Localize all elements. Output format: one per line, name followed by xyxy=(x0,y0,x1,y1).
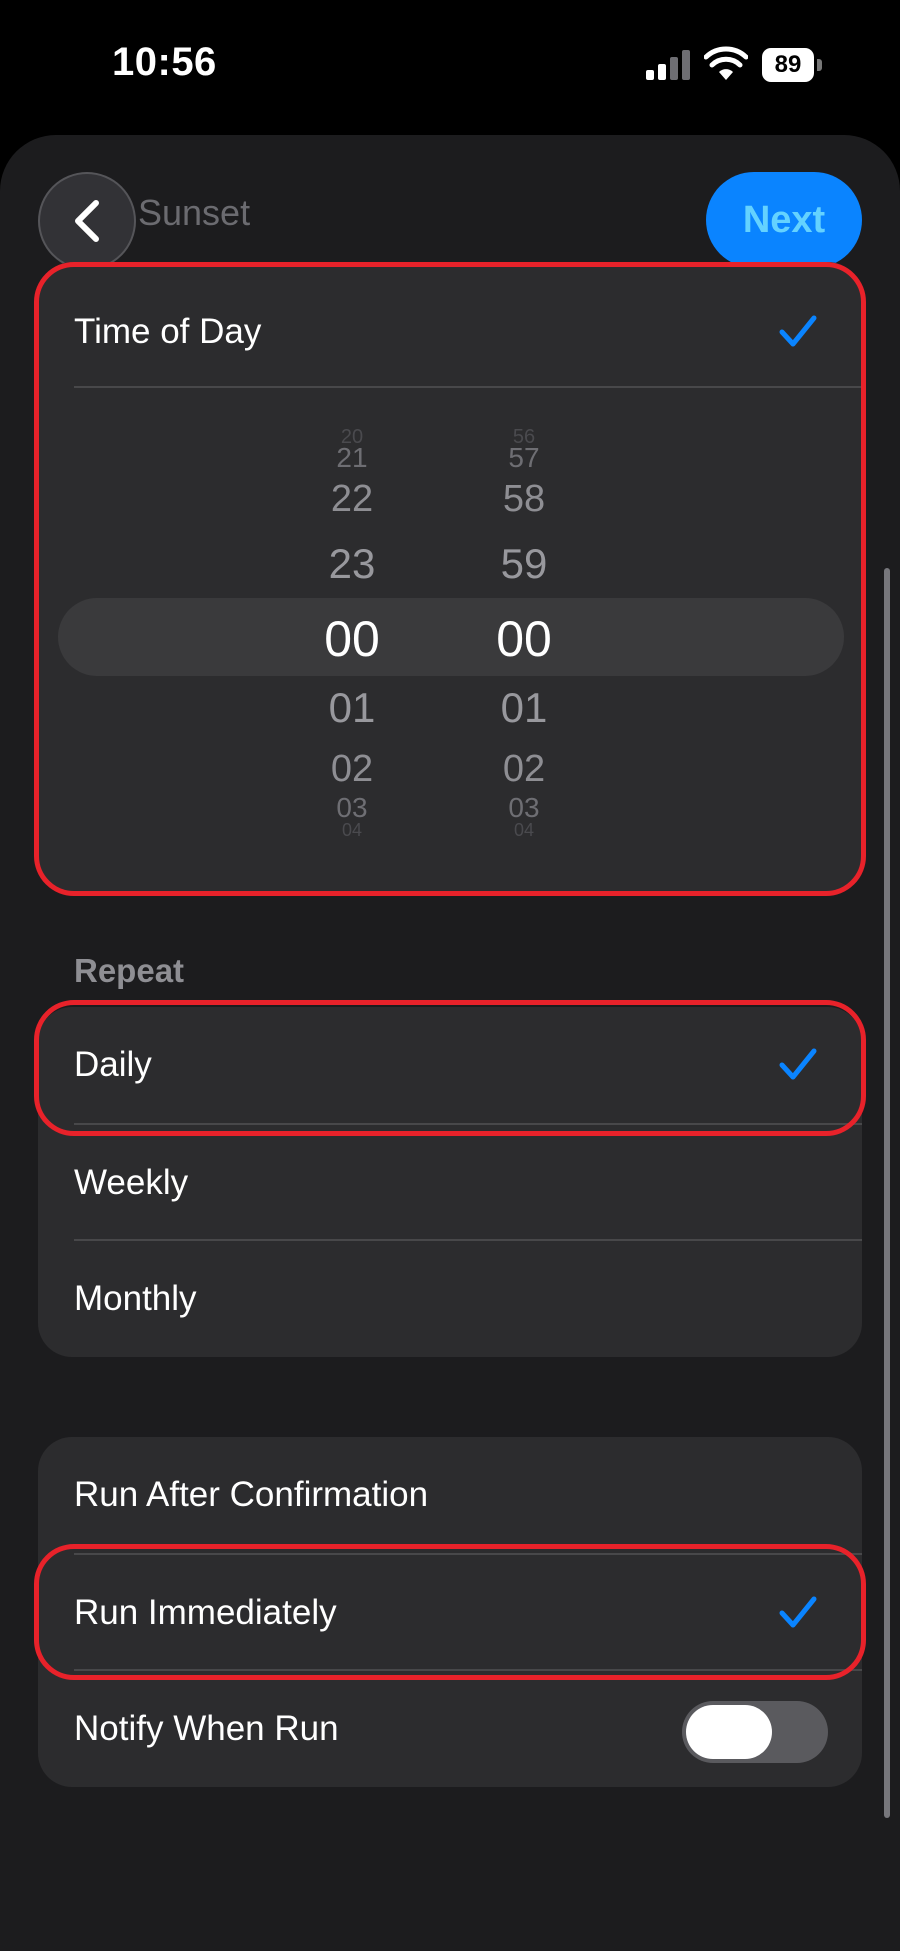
checkmark-icon xyxy=(779,1596,817,1628)
hour-option[interactable]: 02 xyxy=(292,748,412,791)
hour-option[interactable]: 23 xyxy=(292,540,412,588)
selected-minute[interactable]: 00 xyxy=(464,610,584,668)
minute-option[interactable]: 58 xyxy=(464,478,584,521)
option-label: Run After Confirmation xyxy=(74,1475,429,1514)
minute-option[interactable]: 01 xyxy=(464,684,584,732)
run-option-after-confirmation[interactable]: Run After Confirmation xyxy=(38,1437,862,1553)
repeat-header: Repeat xyxy=(74,952,185,989)
next-button[interactable]: Next xyxy=(706,172,862,268)
minute-option[interactable]: 04 xyxy=(464,820,584,841)
hour-option[interactable]: 04 xyxy=(292,820,412,841)
divider xyxy=(74,386,862,388)
nav-title: Sunset xyxy=(138,192,251,233)
hour-option[interactable]: 22 xyxy=(292,478,412,521)
notify-toggle[interactable] xyxy=(682,1701,828,1763)
minute-option[interactable]: 02 xyxy=(464,748,584,791)
option-label: Monthly xyxy=(74,1279,197,1318)
option-label: Run Immediately xyxy=(74,1593,337,1632)
time-of-day-card: Time of Day 20 21 22 23 00 01 02 03 04 5… xyxy=(38,262,862,892)
checkmark-icon xyxy=(779,315,817,347)
chevron-left-icon xyxy=(75,200,99,242)
selected-hour[interactable]: 00 xyxy=(292,610,412,668)
minute-option[interactable]: 57 xyxy=(464,442,584,474)
notify-label: Notify When Run xyxy=(74,1709,339,1748)
scrollbar[interactable] xyxy=(884,568,890,1818)
time-of-day-row[interactable]: Time of Day xyxy=(38,274,862,390)
repeat-option-weekly[interactable]: Weekly xyxy=(38,1125,862,1241)
hour-option[interactable]: 01 xyxy=(292,684,412,732)
repeat-card: Daily Weekly Monthly xyxy=(38,1007,862,1357)
time-of-day-label: Time of Day xyxy=(74,312,262,351)
option-label: Weekly xyxy=(74,1163,189,1202)
back-button[interactable] xyxy=(38,172,136,270)
cellular-signal-icon xyxy=(646,50,690,80)
minute-option[interactable]: 59 xyxy=(464,540,584,588)
time-picker[interactable]: 20 21 22 23 00 01 02 03 04 56 57 58 59 0… xyxy=(38,422,862,842)
hour-option[interactable]: 21 xyxy=(292,442,412,474)
run-card: Run After Confirmation Run Immediately N… xyxy=(38,1437,862,1787)
status-time: 10:56 xyxy=(112,40,217,84)
notify-row: Notify When Run xyxy=(38,1671,862,1787)
run-option-immediately[interactable]: Run Immediately xyxy=(38,1555,862,1671)
checkmark-icon xyxy=(779,1048,817,1080)
toggle-knob xyxy=(686,1705,772,1759)
repeat-option-monthly[interactable]: Monthly xyxy=(38,1241,862,1357)
battery-level: 89 xyxy=(762,48,814,82)
wifi-icon xyxy=(704,46,748,80)
repeat-option-daily[interactable]: Daily xyxy=(38,1007,862,1123)
battery-icon: 89 xyxy=(762,48,824,82)
option-label: Daily xyxy=(74,1045,152,1084)
picker-selection-band xyxy=(58,598,844,676)
status-bar: 10:56 89 xyxy=(0,0,900,130)
